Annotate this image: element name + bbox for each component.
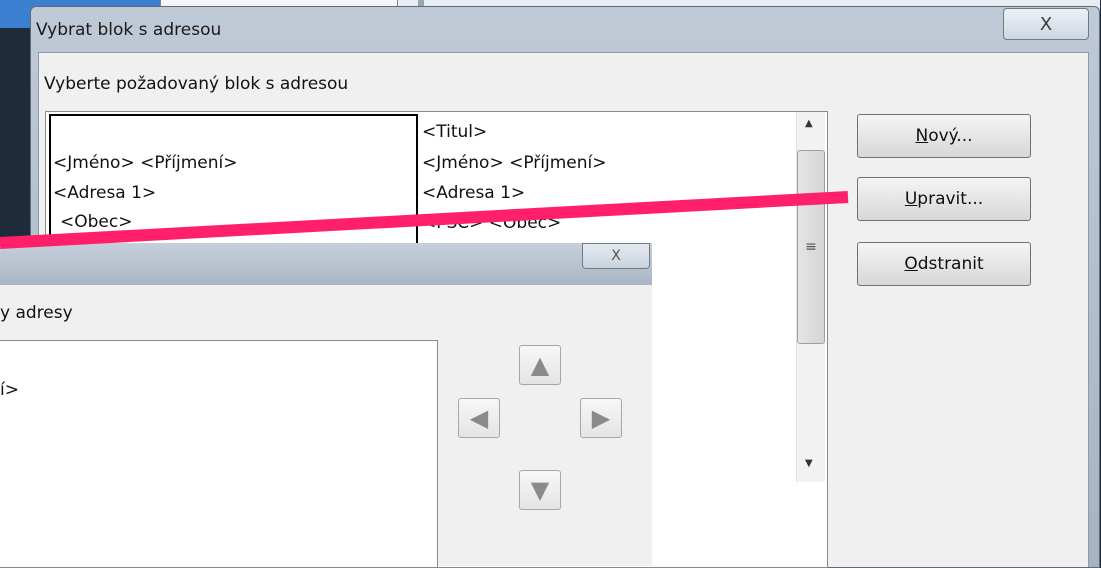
delete-accel: O xyxy=(904,254,918,274)
right-arrow-icon: ▶ xyxy=(591,404,611,432)
left-arrow-icon: ◀ xyxy=(469,404,489,432)
block2-line: <PSČ> <Obec> xyxy=(422,213,562,233)
edit-dialog-titlebar xyxy=(0,243,652,285)
scroll-up-icon[interactable]: ▲ xyxy=(805,118,813,129)
edit-button[interactable]: Upravit... xyxy=(857,177,1031,221)
edit-label: pravit... xyxy=(917,189,984,209)
delete-label: dstranit xyxy=(917,254,984,274)
block1-line: <Jméno> <Příjmení> xyxy=(53,153,238,173)
close-icon: X xyxy=(1039,13,1053,35)
dialog-title: Vybrat blok s adresou xyxy=(36,20,222,40)
block1-line: <Adresa 1> xyxy=(53,183,157,203)
block2-line: <Adresa 1> xyxy=(422,183,526,203)
edit-accel: U xyxy=(904,189,918,209)
address-list-visible-region xyxy=(652,243,796,481)
delete-button[interactable]: Odstranit xyxy=(857,242,1031,286)
edit-dialog-close-button[interactable]: X xyxy=(582,243,650,269)
block2-line: <Jméno> <Příjmení> xyxy=(422,153,607,173)
down-arrow-icon: ▼ xyxy=(530,476,550,504)
new-accel: N xyxy=(915,126,929,146)
move-left-button[interactable]: ◀ xyxy=(458,398,500,438)
select-prompt-label: Vyberte požadovaný blok s adresou xyxy=(44,74,349,94)
scrollbar-thumb[interactable]: ≡ xyxy=(797,150,825,344)
new-label: ový... xyxy=(928,126,973,146)
edit-dialog-list-line: í> xyxy=(0,380,19,400)
new-button[interactable]: Nový... xyxy=(857,114,1031,158)
dialog-close-button[interactable]: X xyxy=(1003,8,1089,40)
block1-line: <Obec> xyxy=(60,212,133,232)
move-up-button[interactable]: ▲ xyxy=(519,345,561,385)
grip-icon: ≡ xyxy=(805,239,817,255)
close-icon: X xyxy=(611,248,621,264)
up-arrow-icon: ▲ xyxy=(530,351,550,379)
edit-dialog-address-elements[interactable] xyxy=(0,340,438,568)
scroll-down-icon[interactable]: ▼ xyxy=(805,458,813,469)
block2-line[interactable]: <Titul> xyxy=(422,122,487,142)
edit-dialog-label: y adresy xyxy=(0,303,73,323)
move-right-button[interactable]: ▶ xyxy=(580,398,622,438)
move-down-button[interactable]: ▼ xyxy=(519,470,561,510)
